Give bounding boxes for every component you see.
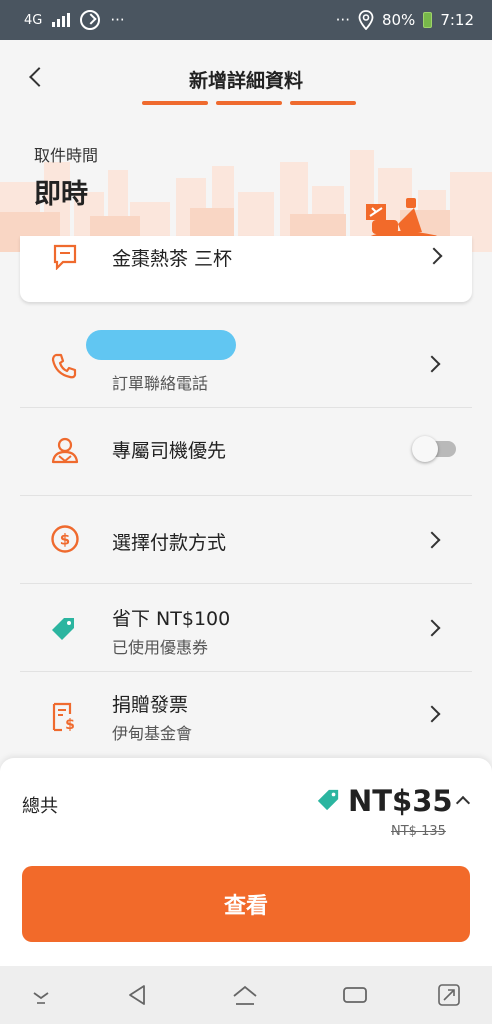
coupon-status-text: 已使用優惠券 xyxy=(112,638,209,657)
total-label: 總共 xyxy=(22,796,58,817)
chevron-right-icon xyxy=(423,619,441,637)
payment-method-row[interactable]: $ 選擇付款方式 xyxy=(20,496,472,584)
preferred-driver-row: 專屬司機優先 xyxy=(20,408,472,496)
redacted-phone-number xyxy=(86,330,236,360)
chevron-right-icon xyxy=(423,705,441,723)
back-triangle-icon[interactable] xyxy=(124,982,150,1008)
preferred-driver-label: 專屬司機優先 xyxy=(112,440,227,462)
svg-text:$: $ xyxy=(65,717,75,732)
status-bar: 4G ··· ··· 80% 7:12 xyxy=(0,0,492,40)
pickup-time-value[interactable]: 即時 xyxy=(34,172,88,211)
total-price: NT$35 xyxy=(348,784,453,818)
phone-icon xyxy=(51,353,77,379)
battery-percent: 80% xyxy=(381,11,416,29)
status-dots-left: ··· xyxy=(110,11,125,29)
signal-icon xyxy=(52,13,71,27)
data-saver-icon xyxy=(80,10,101,30)
order-note-card[interactable]: 金棗熱茶 三杯 xyxy=(20,236,472,302)
dollar-coin-icon: $ xyxy=(51,525,79,553)
battery-icon xyxy=(423,12,433,28)
location-icon xyxy=(358,10,374,30)
header: 新增詳細資料 xyxy=(0,40,492,112)
coupon-row[interactable]: 省下 NT$100 已使用優惠券 xyxy=(20,584,472,672)
invoice-donation-recipient: 伊甸基金會 xyxy=(112,724,193,743)
recent-apps-icon[interactable] xyxy=(342,982,368,1008)
order-note-text: 金棗熱茶 三杯 xyxy=(112,248,233,270)
review-button[interactable]: 查看 xyxy=(22,866,470,942)
page-title: 新增詳細資料 xyxy=(188,70,303,92)
hide-keyboard-chevron-down-icon[interactable] xyxy=(28,982,54,1008)
chevron-right-icon xyxy=(423,355,441,373)
invoice-donation-label: 捐贈發票 xyxy=(112,694,189,716)
contact-phone-label: 訂單聯絡電話 xyxy=(112,374,209,393)
order-summary-sheet: 總共 NT$35 NT$ 135 查看 xyxy=(0,758,492,966)
home-icon[interactable] xyxy=(232,982,258,1008)
original-price: NT$ 135 xyxy=(391,824,446,839)
chevron-right-icon xyxy=(423,531,441,549)
payment-method-label: 選擇付款方式 xyxy=(112,532,227,554)
toggle-knob xyxy=(412,436,438,462)
receipt-icon: $ xyxy=(52,702,75,732)
tag-icon xyxy=(52,618,74,640)
invoice-donation-row[interactable]: $ 捐贈發票 伊甸基金會 xyxy=(20,672,472,758)
network-type: 4G xyxy=(24,12,43,28)
progress-step-2 xyxy=(216,101,282,105)
progress-step-1 xyxy=(142,101,208,105)
clock: 7:12 xyxy=(440,11,474,29)
chevron-right-icon xyxy=(425,247,443,265)
status-dots-right: ··· xyxy=(335,11,350,29)
preferred-driver-toggle[interactable] xyxy=(412,436,456,462)
progress-step-3 xyxy=(290,101,356,105)
coupon-savings-label: 省下 NT$100 xyxy=(112,608,231,630)
note-icon xyxy=(53,244,77,270)
contact-phone-row[interactable]: 訂單聯絡電話 xyxy=(20,306,472,408)
step-progress xyxy=(142,101,356,105)
pickup-time-label: 取件時間 xyxy=(34,146,99,165)
svg-text:$: $ xyxy=(60,531,70,549)
driver-icon xyxy=(51,437,79,464)
expand-summary-chevron-up-icon[interactable] xyxy=(455,795,471,811)
expand-screen-icon[interactable] xyxy=(436,982,462,1008)
discount-tag-icon xyxy=(317,789,339,811)
system-navigation-bar xyxy=(0,966,492,1024)
